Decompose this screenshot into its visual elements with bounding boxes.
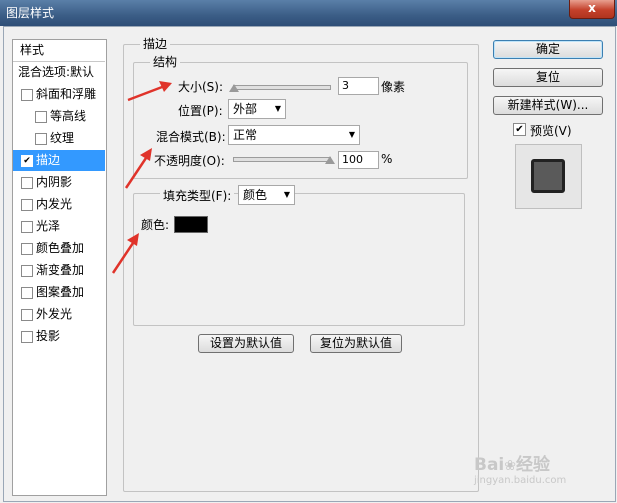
watermark: Bai❀经验 jingyan.baidu.com xyxy=(474,450,566,486)
watermark-text: Bai xyxy=(474,455,505,475)
arrow-to-opacity xyxy=(124,148,152,189)
paw-icon: ❀ xyxy=(504,458,516,474)
arrow-to-size xyxy=(127,81,172,102)
arrow-to-color xyxy=(111,233,139,274)
annotation-arrows xyxy=(111,81,172,274)
watermark-text-2: 经验 xyxy=(516,455,550,475)
watermark-url: jingyan.baidu.com xyxy=(474,475,567,486)
